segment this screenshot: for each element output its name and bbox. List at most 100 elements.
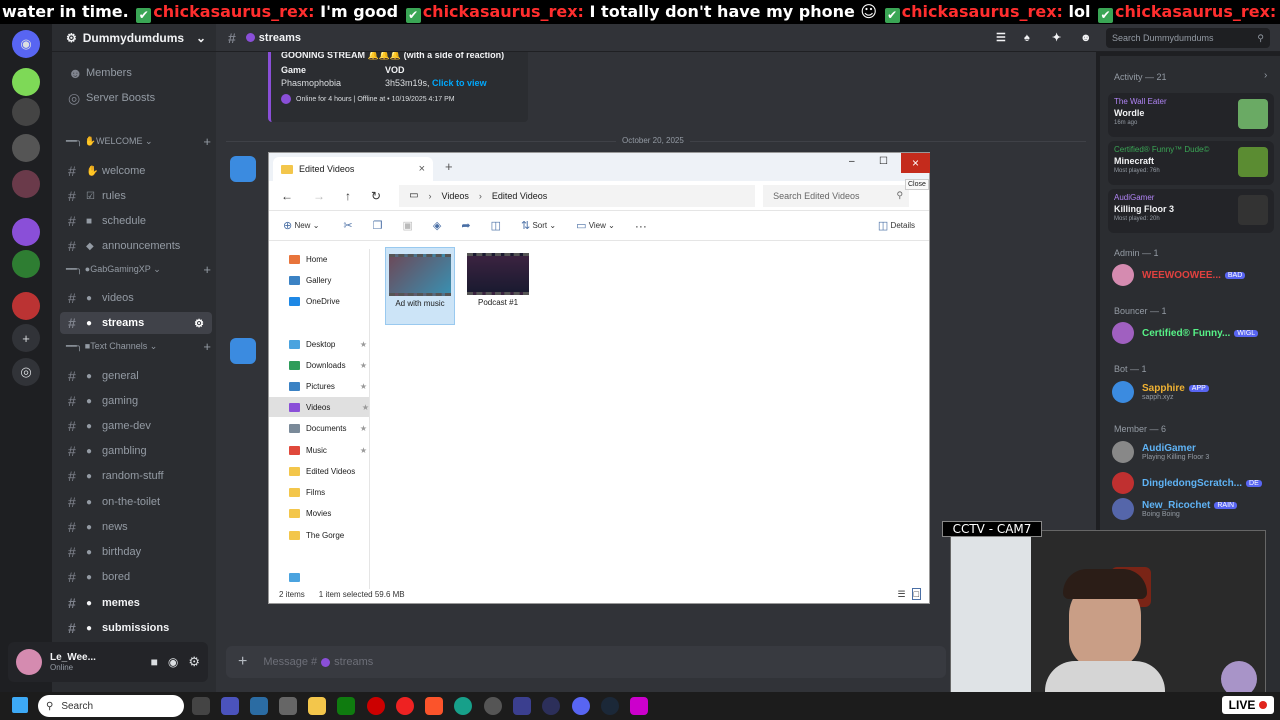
nav-item-gallery[interactable]: Gallery [289,270,367,290]
close-tab-icon[interactable]: × [419,163,425,175]
nav-item-videos[interactable]: Videos ★ [269,397,369,417]
file-item[interactable]: Podcast #1 [463,247,533,325]
server-icon[interactable] [12,218,40,246]
activity-card[interactable]: AudiGamer Killing Floor 3 Most played: 20h [1108,189,1274,233]
nav-item-movies[interactable]: Movies [289,503,367,523]
add-channel-icon[interactable]: + [203,134,211,149]
details-view-icon[interactable]: ☰ [897,589,905,600]
up-icon[interactable]: ↑ [345,189,351,203]
add-channel-icon[interactable]: + [203,339,211,354]
nav-item-home[interactable]: Home [289,249,367,269]
breadcrumb-videos[interactable]: Videos [442,191,469,201]
app-icon[interactable] [250,697,268,715]
paste-icon[interactable]: ▣ [403,219,413,232]
windows-start-icon[interactable] [12,697,28,713]
app-icon[interactable] [513,697,531,715]
close-button[interactable]: × [901,153,930,173]
settings-icon[interactable]: ⚙ [188,654,200,670]
add-channel-icon[interactable]: + [203,262,211,277]
nav-item-documents[interactable]: Documents ★ [289,418,367,438]
channel-game-dev[interactable]: # ● game-dev [60,415,212,437]
server-icon[interactable] [12,170,40,198]
member-row[interactable]: AudiGamer Playing Killing Floor 3 [1112,441,1277,463]
brave-icon[interactable] [425,697,443,715]
view-button[interactable]: ▭ View ⌄ [576,219,615,232]
channel-memes[interactable]: # ● memes [60,592,212,614]
channel-rules[interactable]: # ☑ rules [60,185,212,207]
opera-icon[interactable] [396,697,414,715]
app-icon[interactable] [454,697,472,715]
channel-announcements[interactable]: # ◆ announcements [60,235,212,257]
forward-icon[interactable]: → [313,189,325,203]
taskbar-search[interactable]: ⚲ Search [38,695,184,717]
sort-button[interactable]: ⇅ Sort ⌄ [521,219,556,232]
nav-item-downloads[interactable]: Downloads ★ [289,355,367,375]
headphones-icon[interactable]: ◉ [168,655,178,669]
channel-on-the-toilet[interactable]: # ● on-the-toilet [60,491,212,513]
server-icon[interactable] [12,68,40,96]
server-header[interactable]: ⚙ Dummydumdums ⌄ [52,24,216,52]
member-row[interactable]: DingledongScratch... DE [1112,472,1277,494]
file-explorer-window[interactable]: Edited Videos × + – ☐ × Close ← → ↑ ↻ ▭ … [268,152,930,604]
teams-icon[interactable] [221,697,239,715]
category-gabgamingxp[interactable]: ━━╮ ● GabGamingXP ⌄ + [66,261,211,277]
details-button[interactable]: ◫ Details [878,219,915,232]
delete-icon[interactable]: ◫ [491,219,501,232]
avatar[interactable] [16,649,42,675]
channel-settings-icon[interactable]: ⚙ [194,317,204,330]
threads-icon[interactable]: ☰ [996,31,1006,44]
server-icon[interactable] [12,250,40,278]
nav-item-films[interactable]: Films [289,482,367,502]
refresh-icon[interactable]: ↻ [371,189,381,203]
copy-icon[interactable]: ❐ [373,219,383,232]
server-icon[interactable] [12,98,40,126]
file-explorer-icon[interactable] [308,697,326,715]
channel-gambling[interactable]: # ● gambling [60,440,212,462]
discord-icon[interactable] [572,697,590,715]
app-icon[interactable] [542,697,560,715]
channel-bored[interactable]: # ● bored [60,566,212,588]
nav-item-music[interactable]: Music ★ [289,440,367,460]
task-view-icon[interactable] [192,697,210,715]
nav-item-desktop[interactable]: Desktop ★ [289,334,367,354]
member-row[interactable]: Certified® Funny... WIGL [1112,322,1277,344]
category-welcome[interactable]: ━━╮ ✋ WELCOME ⌄ + [66,133,211,149]
channel-random-stuff[interactable]: # ● random-stuff [60,465,212,487]
explorer-search-input[interactable]: Search Edited Videos ⚲ [763,184,910,207]
pin-icon[interactable]: ✦ [1052,31,1061,44]
tiles-view-icon[interactable]: □ [911,588,921,600]
nav-item-this-pc[interactable] [289,567,367,587]
cut-icon[interactable]: ✂ [343,219,352,232]
xbox-icon[interactable] [337,697,355,715]
new-tab-icon[interactable]: + [445,159,453,174]
nav-item-onedrive[interactable]: OneDrive [289,291,367,311]
minimize-icon[interactable]: – [849,156,855,167]
discover-icon[interactable]: ◎ [12,358,40,386]
message-input[interactable]: + Message # streams [226,646,946,678]
member-row[interactable]: Sapphire APP sapph.xyz [1112,381,1277,403]
more-options-icon[interactable]: ··· [635,219,647,233]
app-icon[interactable] [484,697,502,715]
server-icon[interactable] [12,134,40,162]
steam-icon[interactable] [601,697,619,715]
channel-birthday[interactable]: # ● birthday [60,541,212,563]
breadcrumb-edited-videos[interactable]: Edited Videos [492,191,547,201]
bell-icon[interactable]: ♠ [1024,32,1030,44]
share-icon[interactable]: ➦ [461,219,470,232]
member-row[interactable]: WEEWOOWEE... BAD [1112,264,1277,286]
server-boosts-link[interactable]: ◎ Server Boosts [60,87,212,109]
channel-submissions[interactable]: # ● submissions [60,617,212,639]
vod-link[interactable]: Click to view [432,78,487,88]
channel-news[interactable]: # ● news [60,516,212,538]
nav-item-edited-videos[interactable]: Edited Videos [289,461,367,481]
microphone-icon[interactable]: ■ [151,655,158,669]
nav-item-pictures[interactable]: Pictures ★ [289,376,367,396]
explorer-titlebar[interactable]: Edited Videos × + – ☐ × Close [269,153,930,190]
channel-streams[interactable]: # ● streams ⚙ [60,312,212,334]
explorer-tab[interactable]: Edited Videos × [273,157,433,181]
new-button[interactable]: ⊕ New ⌄ [283,219,319,232]
channel-welcome[interactable]: # ✋ welcome [60,160,212,182]
chevron-right-icon[interactable]: › [1264,70,1267,81]
activity-card[interactable]: Certified® Funny™ Dude© Minecraft Most pla… [1108,141,1274,185]
category-text-channels[interactable]: ━━╮ ■ Text Channels ⌄ + [66,338,211,354]
